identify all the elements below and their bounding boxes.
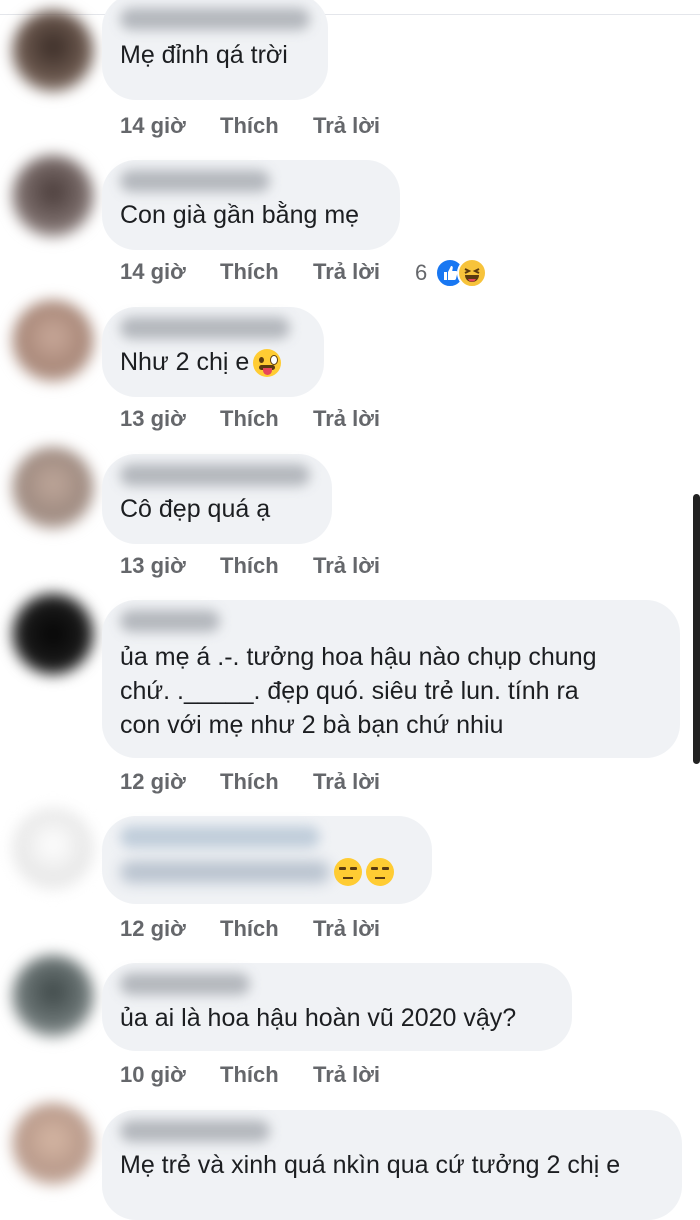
avatar[interactable] (12, 155, 94, 237)
reply-button[interactable]: Trả lời (313, 551, 380, 581)
comment-bubble: Cô đẹp quá ạ (102, 454, 332, 544)
like-button[interactable]: Thích (220, 257, 279, 287)
like-button[interactable]: Thích (220, 551, 279, 581)
commenter-name[interactable] (120, 973, 250, 995)
avatar[interactable] (12, 300, 94, 382)
comment-text: Cô đẹp quá ạ (120, 495, 271, 523)
unamused-emoji (366, 858, 394, 887)
like-button[interactable]: Thích (220, 111, 279, 141)
avatar[interactable] (12, 955, 94, 1037)
reaction-summary[interactable]: 6 (415, 257, 488, 289)
scrollbar[interactable] (693, 494, 700, 764)
commenter-name[interactable] (120, 317, 290, 339)
reply-button[interactable]: Trả lời (313, 257, 380, 287)
comment-text: ủa mẹ á .-. tưởng hoa hậu nào chụp chung… (120, 643, 597, 739)
comment-bubble: Như 2 chị e (102, 307, 324, 397)
comment-bubble: ủa mẹ á .-. tưởng hoa hậu nào chụp chung… (102, 600, 680, 758)
comment-text: ủa ai là hoa hậu hoàn vũ 2020 vậy? (120, 1004, 517, 1032)
comment-bubble: ủa ai là hoa hậu hoàn vũ 2020 vậy? (102, 963, 572, 1051)
comment-bubble (102, 816, 432, 904)
commenter-name[interactable] (120, 8, 310, 30)
comment-bubble: Con già gần bằng mẹ (102, 160, 400, 250)
comment-bubble: Mẹ trẻ và xinh quá nkìn qua cứ tưởng 2 c… (102, 1110, 682, 1220)
comment-time[interactable]: 14 giờ (120, 257, 186, 287)
comment-text: Mẹ đỉnh qá trời (120, 41, 288, 69)
comment-time[interactable]: 12 giờ (120, 914, 186, 944)
comment-text: Con già gần bằng mẹ (120, 201, 360, 229)
commenter-name[interactable] (120, 1120, 270, 1142)
comment-text (120, 854, 412, 888)
avatar[interactable] (12, 808, 94, 890)
blurred-comment-text (120, 861, 330, 884)
avatar[interactable] (12, 10, 94, 92)
reaction-count: 6 (415, 260, 428, 286)
reply-button[interactable]: Trả lời (313, 1060, 380, 1090)
comment-time[interactable]: 13 giờ (120, 551, 186, 581)
commenter-name[interactable] (120, 826, 320, 848)
reply-button[interactable]: Trả lời (313, 914, 380, 944)
laughing-face-icon (457, 258, 488, 289)
unamused-emoji (334, 858, 362, 887)
tongue-out-emoji (253, 349, 282, 378)
reply-button[interactable]: Trả lời (313, 111, 380, 141)
avatar[interactable] (12, 447, 94, 529)
commenter-name[interactable] (120, 464, 310, 486)
like-button[interactable]: Thích (220, 1060, 279, 1090)
comment-time[interactable]: 10 giờ (120, 1060, 186, 1090)
comment-time[interactable]: 14 giờ (120, 111, 186, 141)
comment-text: Mẹ trẻ và xinh quá nkìn qua cứ tưởng 2 c… (120, 1151, 621, 1179)
comment-bubble: Mẹ đỉnh qá trời (102, 0, 328, 100)
avatar[interactable] (12, 593, 94, 675)
like-button[interactable]: Thích (220, 914, 279, 944)
like-button[interactable]: Thích (220, 404, 279, 434)
commenter-name[interactable] (120, 610, 220, 632)
reply-button[interactable]: Trả lời (313, 404, 380, 434)
avatar[interactable] (12, 1103, 94, 1185)
like-button[interactable]: Thích (220, 767, 279, 797)
reply-button[interactable]: Trả lời (313, 767, 380, 797)
comment-text: Như 2 chị e (120, 345, 304, 379)
comment-time[interactable]: 12 giờ (120, 767, 186, 797)
comment-time[interactable]: 13 giờ (120, 404, 186, 434)
comment-text-content: Như 2 chị e (120, 348, 250, 376)
commenter-name[interactable] (120, 170, 270, 192)
